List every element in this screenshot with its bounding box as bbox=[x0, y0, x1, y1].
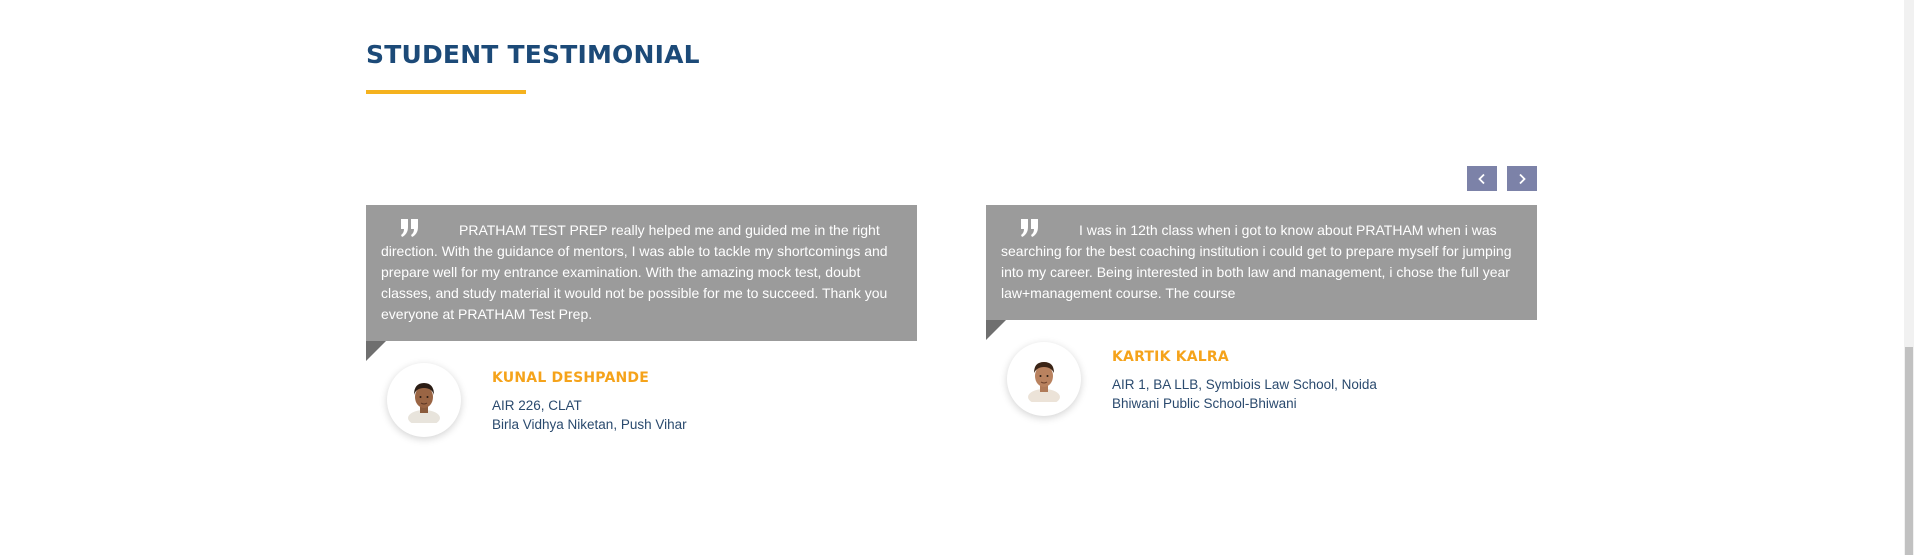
testimonial-person: KARTIK KALRA AIR 1, BA LLB, Symbiois Law… bbox=[986, 340, 1537, 440]
chevron-right-icon bbox=[1519, 173, 1526, 184]
student-school: Birla Vidhya Niketan, Push Vihar bbox=[492, 417, 687, 432]
student-name: KARTIK KALRA bbox=[1112, 349, 1229, 365]
student-school: Bhiwani Public School-Bhiwani bbox=[1112, 396, 1297, 411]
carousel-prev-button[interactable] bbox=[1467, 166, 1497, 191]
testimonial-quote-box: PRATHAM TEST PREP really helped me and g… bbox=[366, 205, 917, 341]
scrollbar-thumb[interactable] bbox=[1905, 347, 1913, 555]
quote-icon bbox=[401, 219, 418, 237]
title-underline bbox=[366, 90, 526, 94]
quote-corner bbox=[366, 341, 386, 361]
student-rank: AIR 226, CLAT bbox=[492, 398, 582, 413]
student-photo-icon bbox=[408, 383, 440, 423]
testimonial-card: I was in 12th class when i got to know a… bbox=[986, 205, 1537, 440]
section-title: STUDENT TESTIMONIAL bbox=[366, 40, 700, 69]
testimonial-quote-text: I was in 12th class when i got to know a… bbox=[1001, 222, 1512, 301]
quote-corner bbox=[986, 320, 1006, 340]
page-scrollbar[interactable] bbox=[1904, 0, 1914, 555]
student-rank: AIR 1, BA LLB, Symbiois Law School, Noid… bbox=[1112, 377, 1377, 392]
student-photo-icon bbox=[1028, 362, 1060, 402]
testimonial-person-info: KUNAL DESHPANDE AIR 226, CLAT Birla Vidh… bbox=[492, 370, 687, 434]
testimonial-quote-text: PRATHAM TEST PREP really helped me and g… bbox=[381, 222, 888, 322]
avatar bbox=[1007, 342, 1081, 416]
student-name: KUNAL DESHPANDE bbox=[492, 370, 650, 386]
avatar bbox=[387, 363, 461, 437]
testimonial-quote-box: I was in 12th class when i got to know a… bbox=[986, 205, 1537, 320]
testimonial-person-info: KARTIK KALRA AIR 1, BA LLB, Symbiois Law… bbox=[1112, 349, 1377, 413]
testimonial-card: PRATHAM TEST PREP really helped me and g… bbox=[366, 205, 917, 461]
testimonial-person: KUNAL DESHPANDE AIR 226, CLAT Birla Vidh… bbox=[366, 361, 917, 461]
quote-icon bbox=[1021, 219, 1038, 237]
chevron-left-icon bbox=[1478, 173, 1485, 184]
carousel-next-button[interactable] bbox=[1507, 166, 1537, 191]
